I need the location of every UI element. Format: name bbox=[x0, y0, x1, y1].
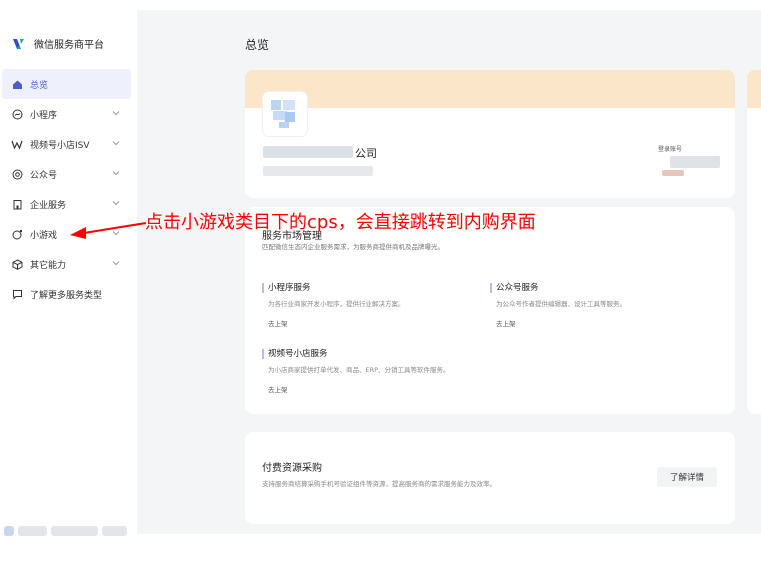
annotation-text: 点击小游戏类目下的cps，会直接跳转到内购界面 bbox=[145, 212, 536, 233]
sidebar-item-overview[interactable]: 总览 bbox=[2, 69, 131, 99]
chevron-down-icon bbox=[112, 261, 120, 266]
miniprogram-icon bbox=[11, 108, 23, 120]
chat-icon bbox=[11, 288, 23, 300]
service-name: 公众号服务 bbox=[490, 283, 710, 293]
sidebar-item-enterprise[interactable]: 企业服务 bbox=[2, 189, 131, 219]
chevron-down-icon bbox=[112, 231, 120, 236]
sidebar-item-label: 小程序 bbox=[30, 110, 58, 121]
service-desc: 为公众号作者提供编辑器、设计工具等服务。 bbox=[496, 300, 626, 308]
wechat-provider-logo-icon bbox=[13, 38, 24, 49]
service-miniprogram: 小程序服务 为各行业商家开发小程序，提供行业解决方案。 去上架 bbox=[262, 283, 482, 328]
company-subtitle-blurred bbox=[263, 166, 373, 176]
sidebar: 微信服务商平台 总览 小程序 视频号小店ISV 公众号 企业服务 小游戏 其它能… bbox=[0, 0, 137, 540]
home-icon bbox=[11, 78, 23, 90]
sidebar-item-label: 视频号小店ISV bbox=[30, 140, 90, 151]
page-title: 总览 bbox=[245, 38, 270, 52]
paid-resource-desc: 支持服务商结算采购手机号验证组件等资源，提高服务商的需求服务能力及效率。 bbox=[262, 480, 496, 488]
service-desc: 为各行业商家开发小程序，提供行业解决方案。 bbox=[268, 300, 405, 308]
brand-name: 微信服务商平台 bbox=[34, 40, 104, 51]
company-card: 公司 登录账号 bbox=[245, 70, 735, 198]
sidebar-item-miniprogram[interactable]: 小程序 bbox=[2, 99, 131, 129]
service-market-subtitle: 匹配微信生态内企业服务需求，为服务商提供商机及品牌曝光。 bbox=[262, 243, 444, 251]
user-id-blurred bbox=[50, 526, 98, 536]
sidebar-nav: 总览 小程序 视频号小店ISV 公众号 企业服务 小游戏 其它能力 了解更多服务… bbox=[2, 69, 131, 309]
service-video-store: 视频号小店服务 为小店商家提供打单代发、商品、ERP、分销工具等软件服务。 去上… bbox=[262, 349, 562, 394]
sidebar-item-minigame[interactable]: 小游戏 bbox=[2, 219, 131, 249]
sidebar-item-label: 公众号 bbox=[30, 170, 58, 181]
account-extra-blurred bbox=[662, 170, 684, 176]
sidebar-item-label: 总览 bbox=[30, 80, 49, 91]
chevron-down-icon bbox=[112, 141, 120, 146]
list-service-link[interactable]: 去上架 bbox=[490, 318, 710, 328]
sidebar-item-more-services[interactable]: 了解更多服务类型 bbox=[2, 279, 131, 309]
cube-icon bbox=[11, 258, 23, 270]
service-desc: 为小店商家提供打单代发、商品、ERP、分销工具等软件服务。 bbox=[268, 366, 450, 374]
sidebar-item-label: 了解更多服务类型 bbox=[30, 290, 103, 301]
user-info[interactable] bbox=[0, 522, 131, 540]
paid-resource-title: 付费资源采购 bbox=[262, 463, 322, 474]
service-official-account: 公众号服务 为公众号作者提供编辑器、设计工具等服务。 去上架 bbox=[490, 283, 710, 328]
sidebar-item-label: 企业服务 bbox=[30, 200, 67, 211]
account-label: 登录账号 bbox=[658, 146, 683, 153]
paid-resource-card: 付费资源采购 支持服务商结算采购手机号验证组件等资源，提高服务商的需求服务能力及… bbox=[245, 432, 735, 524]
company-name: 公司 bbox=[355, 147, 377, 160]
user-extra-blurred bbox=[101, 526, 127, 536]
card-header-band bbox=[245, 70, 735, 108]
sidebar-item-other[interactable]: 其它能力 bbox=[2, 249, 131, 279]
user-name-blurred bbox=[17, 526, 47, 536]
video-channel-icon bbox=[11, 138, 23, 150]
sidebar-item-label: 其它能力 bbox=[30, 260, 67, 271]
sidebar-item-official-account[interactable]: 公众号 bbox=[2, 159, 131, 189]
service-name: 小程序服务 bbox=[262, 283, 482, 293]
card-header-band bbox=[747, 70, 761, 108]
company-name-blurred bbox=[263, 146, 353, 158]
list-service-link[interactable]: 去上架 bbox=[262, 318, 482, 328]
right-side-card bbox=[747, 70, 761, 414]
sidebar-item-video-channel[interactable]: 视频号小店ISV bbox=[2, 129, 131, 159]
official-account-icon bbox=[11, 168, 23, 180]
game-icon bbox=[11, 228, 23, 240]
chevron-down-icon bbox=[112, 201, 120, 206]
service-market-card: 服务市场管理 匹配微信生态内企业服务需求，为服务商提供商机及品牌曝光。 小程序服… bbox=[245, 207, 735, 414]
account-value-blurred bbox=[670, 156, 720, 168]
learn-more-button[interactable]: 了解详情 bbox=[657, 467, 717, 487]
chevron-down-icon bbox=[112, 171, 120, 176]
company-logo bbox=[263, 92, 307, 136]
service-name: 视频号小店服务 bbox=[262, 349, 562, 359]
avatar bbox=[4, 526, 14, 536]
list-service-link[interactable]: 去上架 bbox=[262, 384, 562, 394]
enterprise-icon bbox=[11, 198, 23, 210]
sidebar-item-label: 小游戏 bbox=[30, 230, 58, 241]
brand[interactable]: 微信服务商平台 bbox=[12, 36, 104, 51]
chevron-down-icon bbox=[112, 111, 120, 116]
